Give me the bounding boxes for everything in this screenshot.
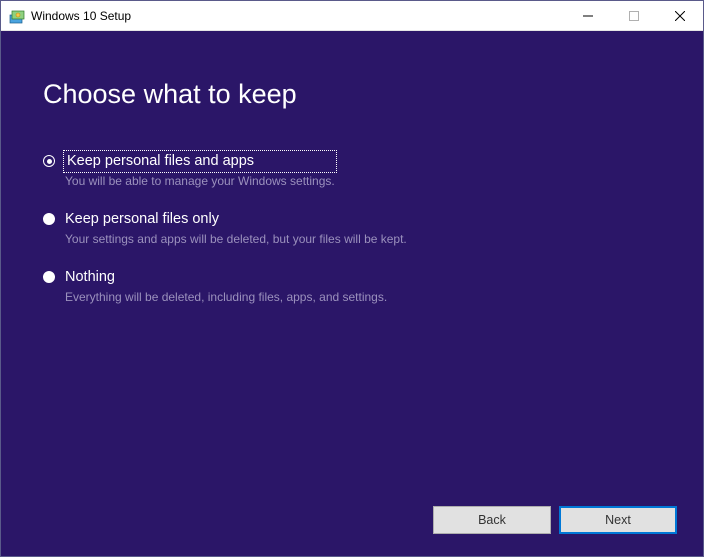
window-controls	[565, 1, 703, 30]
radio-icon[interactable]	[43, 213, 55, 225]
option-texts: Keep personal files and apps You will be…	[65, 152, 335, 188]
maximize-button	[611, 1, 657, 30]
window-title: Windows 10 Setup	[31, 9, 565, 23]
option-keep-files-and-apps[interactable]: Keep personal files and apps You will be…	[43, 152, 661, 188]
option-label: Keep personal files only	[65, 210, 407, 229]
option-description: You will be able to manage your Windows …	[65, 174, 335, 188]
option-label: Keep personal files and apps	[65, 152, 335, 171]
next-button[interactable]: Next	[559, 506, 677, 534]
option-nothing[interactable]: Nothing Everything will be deleted, incl…	[43, 268, 661, 304]
options-group: Keep personal files and apps You will be…	[43, 152, 661, 304]
radio-icon[interactable]	[43, 155, 55, 167]
button-bar: Back Next	[433, 506, 677, 534]
minimize-button[interactable]	[565, 1, 611, 30]
option-description: Your settings and apps will be deleted, …	[65, 232, 407, 246]
titlebar: Windows 10 Setup	[1, 1, 703, 31]
option-label: Nothing	[65, 268, 387, 287]
back-button[interactable]: Back	[433, 506, 551, 534]
close-button[interactable]	[657, 1, 703, 30]
app-icon	[9, 8, 25, 24]
option-description: Everything will be deleted, including fi…	[65, 290, 387, 304]
page-heading: Choose what to keep	[43, 79, 661, 110]
radio-icon[interactable]	[43, 271, 55, 283]
option-keep-files-only[interactable]: Keep personal files only Your settings a…	[43, 210, 661, 246]
content-area: Choose what to keep Keep personal files …	[1, 31, 703, 556]
option-texts: Keep personal files only Your settings a…	[65, 210, 407, 246]
option-texts: Nothing Everything will be deleted, incl…	[65, 268, 387, 304]
